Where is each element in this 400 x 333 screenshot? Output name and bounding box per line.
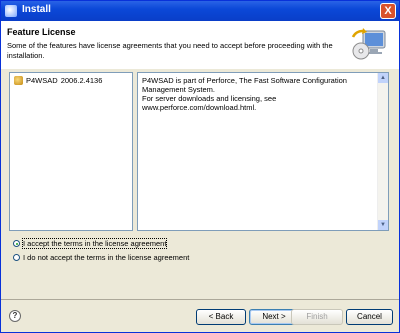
back-button[interactable]: < Back: [196, 309, 246, 325]
install-wizard-icon: [351, 28, 386, 60]
window-title: Install: [22, 4, 51, 15]
feature-item[interactable]: P4WSAD 2006.2.4136: [14, 76, 102, 85]
scroll-up-arrow-icon[interactable]: ▲: [378, 73, 388, 83]
license-line-1: P4WSAD is part of Perforce, The Fast Sof…: [142, 76, 347, 94]
scroll-down-arrow-icon[interactable]: ▼: [378, 220, 388, 230]
title-bar: Install X: [1, 1, 399, 21]
page-description: Some of the features have license agreem…: [7, 41, 333, 60]
close-button[interactable]: X: [380, 3, 396, 19]
license-text-area[interactable]: P4WSAD is part of Perforce, The Fast Sof…: [137, 72, 389, 231]
banner-separator: [1, 68, 399, 69]
feature-icon: [14, 76, 23, 85]
feature-name: P4WSAD: [26, 76, 58, 85]
feature-list[interactable]: P4WSAD 2006.2.4136: [9, 72, 133, 231]
help-icon[interactable]: ?: [9, 310, 21, 322]
install-window: Install X Feature License Some of the fe…: [0, 0, 400, 333]
accept-radio-button[interactable]: [13, 240, 20, 247]
cancel-button[interactable]: Cancel: [346, 309, 393, 325]
decline-radio-button[interactable]: [13, 254, 20, 261]
license-line-2: For server downloads and licensing, see …: [142, 94, 277, 112]
decline-radio-label[interactable]: I do not accept the terms in the license…: [23, 253, 189, 262]
button-bar-separator: [1, 299, 399, 300]
finish-button[interactable]: Finish: [291, 309, 343, 325]
wizard-banner: Feature License Some of the features hav…: [1, 21, 399, 69]
install-app-icon: [5, 5, 17, 17]
license-scrollbar[interactable]: ▲ ▼: [377, 73, 388, 230]
accept-radio-label[interactable]: I accept the terms in the license agreem…: [21, 238, 168, 249]
feature-version: 2006.2.4136: [60, 76, 103, 85]
page-title: Feature License: [7, 27, 76, 37]
decline-radio[interactable]: I do not accept the terms in the license…: [13, 253, 189, 262]
license-text: P4WSAD is part of Perforce, The Fast Sof…: [142, 76, 372, 112]
accept-radio[interactable]: I accept the terms in the license agreem…: [13, 238, 168, 249]
